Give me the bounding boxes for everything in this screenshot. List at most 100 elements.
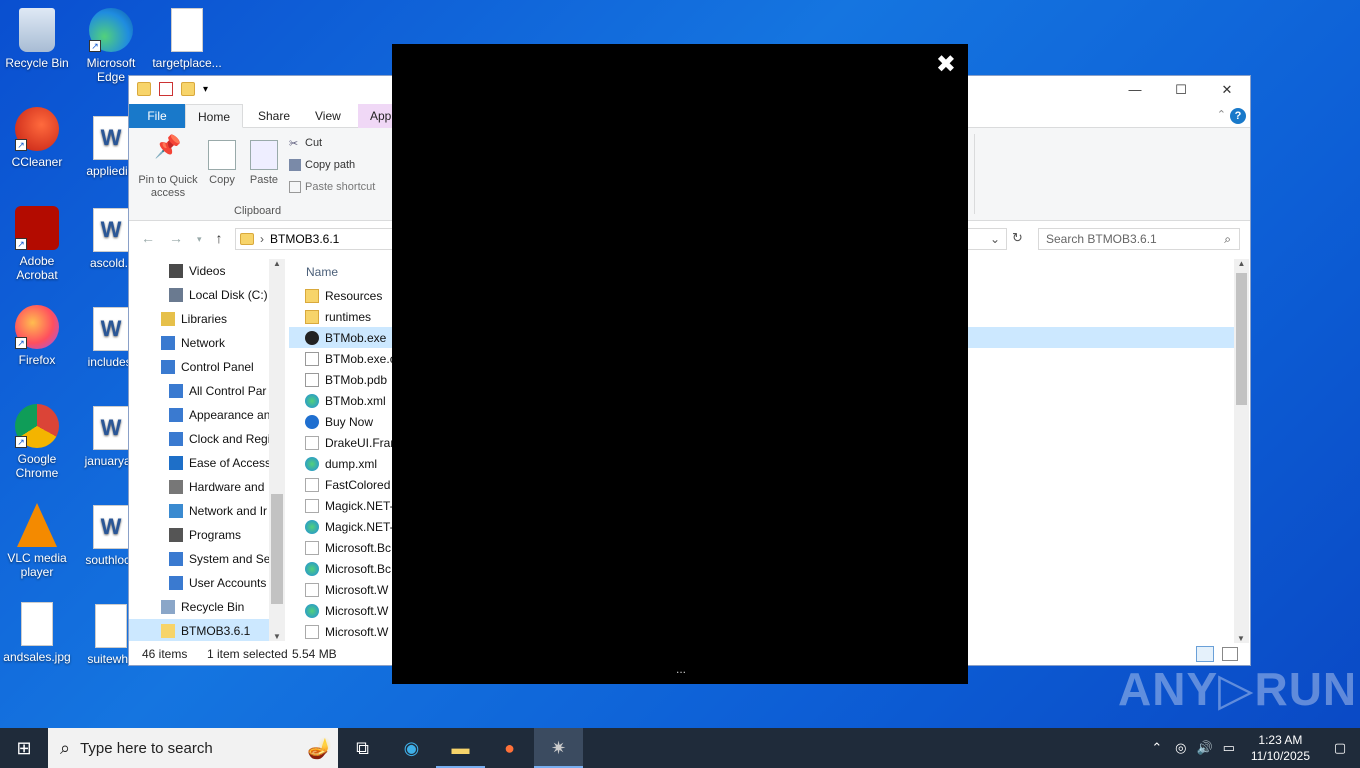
desktop-icon-firefox[interactable]: ↗ Firefox — [0, 305, 74, 367]
clock[interactable]: 1:23 AM 11/10/2025 — [1241, 732, 1320, 764]
tab-view[interactable]: View — [303, 104, 353, 128]
file-name: Microsoft.Bc — [325, 540, 392, 555]
nav-item-label: Recycle Bin — [181, 600, 245, 614]
nav-item[interactable]: Network — [129, 331, 285, 355]
address-dropdown-icon[interactable]: ⌄ — [990, 232, 1000, 246]
folder-icon — [240, 233, 254, 245]
scroll-up-icon[interactable]: ▲ — [1234, 259, 1249, 268]
file-explorer-icon: ▬ — [451, 738, 470, 758]
volume-icon[interactable]: 🔊 — [1193, 740, 1217, 756]
nav-item-label: Hardware and — [189, 480, 265, 494]
nav-item-label: Network and Ir — [189, 504, 268, 518]
cut-button[interactable]: ✂ Cut — [289, 137, 322, 150]
nav-item[interactable]: Ease of Access — [129, 451, 285, 475]
search-input[interactable]: Search BTMOB3.6.1 ⌕ — [1038, 228, 1240, 250]
forward-icon[interactable]: → — [169, 230, 183, 248]
desktop-icon-label: Google Chrome — [15, 452, 59, 480]
desktop-icon-recycle-bin[interactable]: Recycle Bin — [0, 8, 74, 70]
meet-now-icon[interactable]: ◎ — [1169, 740, 1193, 756]
maximize-button[interactable]: ☐ — [1158, 76, 1204, 104]
exe-icon — [305, 330, 319, 345]
clipboard-icon — [250, 140, 278, 170]
tray-overflow-chevron-icon[interactable]: ⌃ — [1145, 740, 1169, 756]
close-icon[interactable]: ✖ — [936, 50, 956, 79]
desktop-icon-adobe-acrobat[interactable]: ↗ Adobe Acrobat — [0, 206, 74, 282]
recent-locations-icon[interactable]: ▾ — [197, 230, 202, 248]
image-file-icon — [21, 602, 53, 646]
refresh-icon[interactable]: ↻ — [1012, 230, 1023, 246]
start-button[interactable]: ⊞ — [0, 728, 48, 768]
scrollbar-thumb[interactable] — [271, 494, 283, 604]
collapse-ribbon-icon[interactable]: ⌃ — [1217, 108, 1226, 121]
pin-to-quick-access-button[interactable]: 📌 Pin to Quick access — [135, 136, 201, 200]
taskbar-edge[interactable]: ◉ — [387, 728, 436, 768]
nav-item[interactable]: Hardware and — [129, 475, 285, 499]
nav-item[interactable]: BTMOB3.6.1 — [129, 619, 285, 641]
shortcut-arrow-icon: ↗ — [89, 40, 101, 52]
back-icon[interactable]: ← — [141, 230, 155, 248]
desktop-icon-vlc[interactable]: VLC media player — [0, 503, 74, 579]
breadcrumb-current[interactable]: BTMOB3.6.1 — [270, 232, 339, 246]
copy-label: Copy — [209, 174, 235, 186]
help-icon[interactable]: ? — [1230, 108, 1246, 124]
nav-item[interactable]: User Accounts — [129, 571, 285, 595]
tab-file[interactable]: File — [129, 104, 185, 128]
taskbar-btmob[interactable]: ✷ — [534, 728, 583, 768]
nav-item[interactable]: Local Disk (C:) — [129, 283, 285, 307]
btmob-app-icon: ✷ — [550, 738, 567, 758]
desktop-icon-google-chrome[interactable]: ↗ Google Chrome — [0, 404, 74, 480]
scroll-up-icon[interactable]: ▲ — [269, 259, 285, 268]
scrollbar-thumb[interactable] — [1236, 273, 1247, 405]
chevron-down-icon[interactable]: ▾ — [203, 84, 208, 95]
taskbar-file-explorer[interactable]: ▬ — [436, 728, 485, 768]
network-icon[interactable]: ▭ — [1217, 740, 1241, 756]
nav-item[interactable]: Network and Ir — [129, 499, 285, 523]
nav-item[interactable]: Recycle Bin — [129, 595, 285, 619]
nav-item[interactable]: Programs — [129, 523, 285, 547]
copy-button[interactable]: Copy — [205, 140, 239, 187]
new-folder-icon[interactable] — [181, 82, 195, 96]
desktop-icon-andsales[interactable]: andsales.jpg — [0, 602, 74, 664]
nav-item-icon — [169, 408, 183, 422]
system-tray: ⌃ ◎ 🔊 ▭ 1:23 AM 11/10/2025 ▢ — [1145, 728, 1360, 768]
nav-item[interactable]: Clock and Regi — [129, 427, 285, 451]
scroll-down-icon[interactable]: ▼ — [273, 632, 281, 641]
nav-item[interactable]: Control Panel — [129, 355, 285, 379]
paste-button[interactable]: Paste — [247, 140, 281, 187]
nav-item-icon — [161, 312, 175, 326]
nav-item-label: BTMOB3.6.1 — [181, 624, 251, 638]
large-icons-view-icon[interactable] — [1222, 647, 1238, 661]
task-view-button[interactable]: ⧉ — [338, 728, 387, 768]
desktop-icon-label: targetplace... — [152, 56, 222, 70]
up-icon[interactable]: ↑ — [216, 230, 223, 248]
file-list-scrollbar[interactable]: ▲ ▼ — [1234, 259, 1249, 643]
properties-icon[interactable] — [159, 82, 173, 96]
nav-item[interactable]: Libraries — [129, 307, 285, 331]
desktop-icon-targetplace[interactable]: targetplace... — [150, 8, 224, 70]
nav-item[interactable]: All Control Par — [129, 379, 285, 403]
notifications-icon[interactable]: ▢ — [1320, 740, 1360, 756]
paste-shortcut-button[interactable]: Paste shortcut — [289, 181, 375, 193]
details-view-icon[interactable] — [1196, 646, 1214, 662]
copy-path-button[interactable]: Copy path — [289, 159, 355, 171]
nav-item[interactable]: Videos — [129, 259, 285, 283]
overlay-popup: ✖ ... — [392, 44, 968, 684]
nav-item-icon — [169, 456, 183, 470]
close-button[interactable]: ✕ — [1204, 76, 1250, 104]
desktop-icon-microsoft-edge[interactable]: ↗ Microsoft Edge — [74, 8, 148, 84]
nav-item[interactable]: System and Se — [129, 547, 285, 571]
selection-count: 1 item selected — [207, 647, 288, 661]
dll-icon — [305, 540, 319, 555]
minimize-button[interactable]: — — [1112, 76, 1158, 104]
tab-share[interactable]: Share — [246, 104, 302, 128]
nav-pane-scrollbar[interactable]: ▲ ▼ — [269, 259, 285, 641]
scroll-down-icon[interactable]: ▼ — [1237, 634, 1245, 643]
taskbar-firefox[interactable]: ● — [485, 728, 534, 768]
tab-home[interactable]: Home — [185, 104, 244, 128]
file-name: BTMob.xml — [325, 393, 386, 408]
file-name: dump.xml — [325, 456, 378, 471]
nav-item[interactable]: Appearance an — [129, 403, 285, 427]
nav-item-label: Control Panel — [181, 360, 254, 374]
taskbar-search-box[interactable]: ⌕ Type here to search 🪔 — [48, 728, 338, 768]
desktop-icon-ccleaner[interactable]: ↗ CCleaner — [0, 107, 74, 169]
